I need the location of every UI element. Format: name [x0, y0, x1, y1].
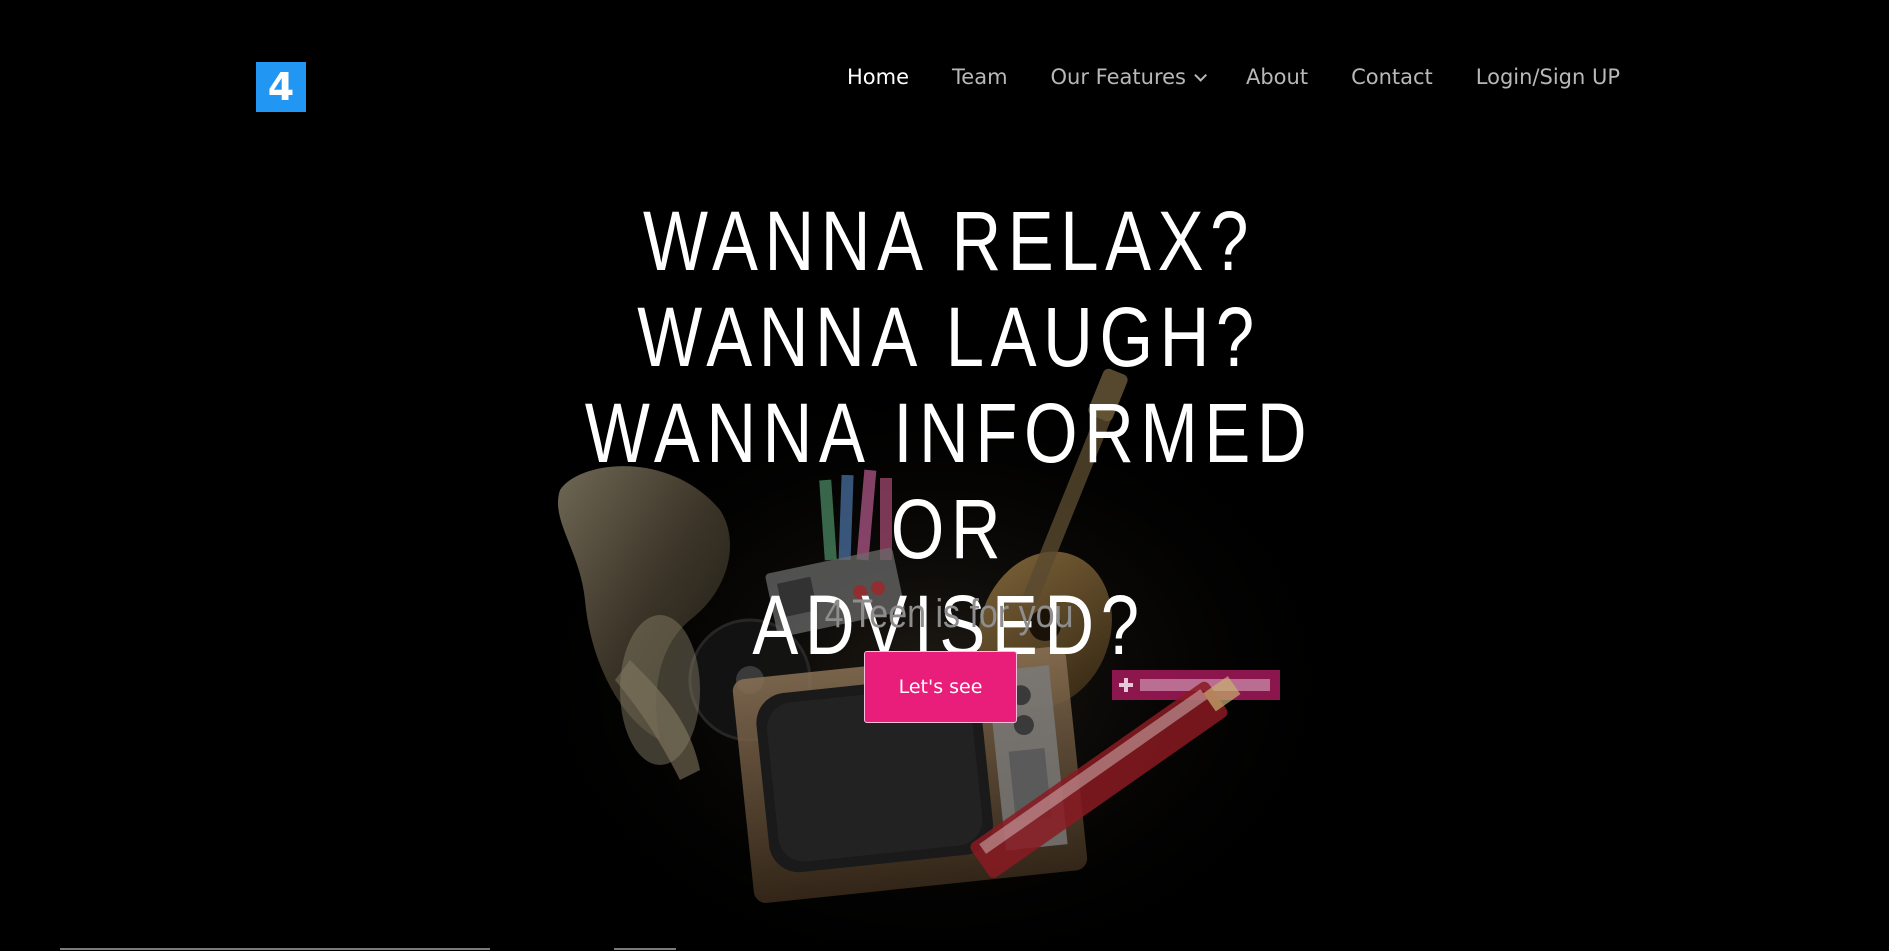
nav-our-features[interactable]: Our Features	[1050, 65, 1207, 89]
nav-contact[interactable]: Contact	[1351, 65, 1433, 89]
nav-home-label: Home	[847, 65, 910, 89]
main-nav: Home Team Our Features About Contact Log…	[847, 62, 1620, 92]
divider	[60, 948, 490, 950]
nav-home[interactable]: Home	[847, 65, 909, 89]
nav-team[interactable]: Team	[952, 65, 1008, 89]
nav-team-label: Team	[952, 65, 1008, 89]
headline-line: WANNA INFORMED OR	[584, 386, 1314, 576]
nav-login-signup-label: Login/Sign UP	[1475, 65, 1621, 89]
logo[interactable]: 4	[256, 62, 306, 112]
hero-tagline: 4 Teen is for you	[824, 592, 1074, 636]
lets-see-button[interactable]: Let's see	[864, 651, 1017, 723]
divider	[614, 948, 676, 950]
headline-line: WANNA RELAX?	[642, 194, 1256, 288]
nav-about-label: About	[1245, 65, 1309, 89]
nav-our-features-label: Our Features	[1050, 65, 1186, 89]
nav-login-signup[interactable]: Login/Sign UP	[1476, 65, 1620, 89]
nav-about[interactable]: About	[1246, 65, 1308, 89]
headline-line: WANNA LAUGH?	[637, 290, 1261, 384]
chevron-down-icon	[1194, 68, 1207, 82]
nav-contact-label: Contact	[1351, 65, 1433, 89]
